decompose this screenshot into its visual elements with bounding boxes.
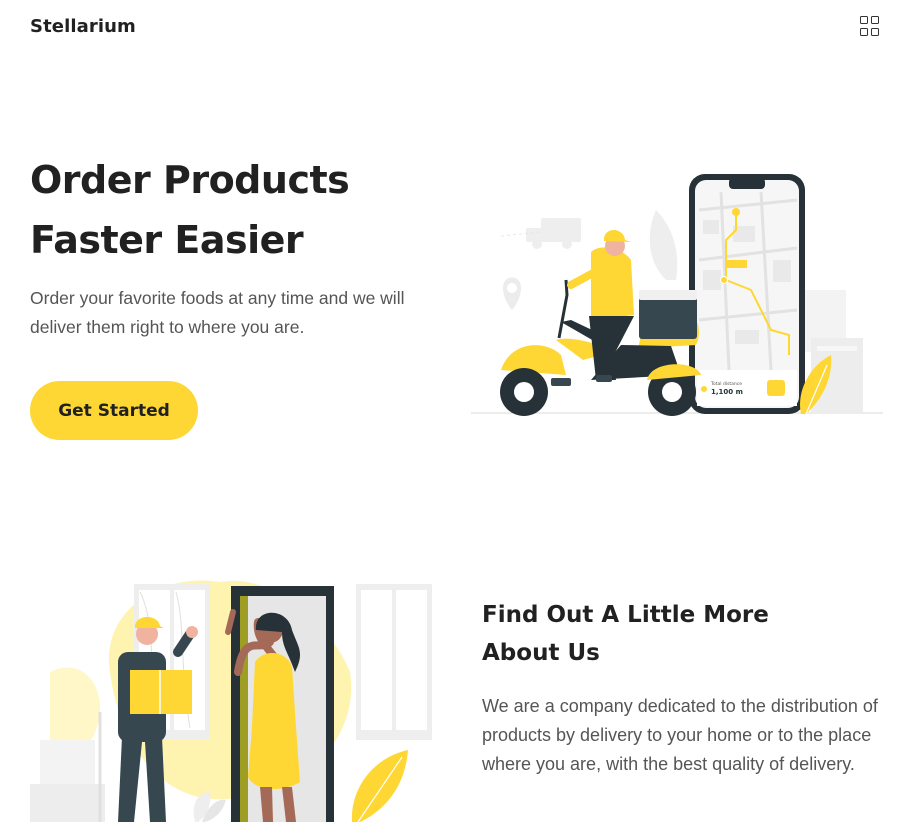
about-title: Find Out A Little More About Us [482, 596, 882, 672]
location-pin-icon [503, 277, 521, 310]
bg-truck-icon [526, 218, 581, 249]
bg-box [30, 784, 105, 822]
about-title-line1: Find Out A Little More [482, 602, 769, 628]
phone-distance-value: 1,100 m [711, 388, 743, 396]
doorstep-delivery-illustration [30, 580, 432, 822]
about-text: We are a company dedicated to the distri… [482, 696, 878, 774]
package-box [130, 670, 192, 714]
about-title-line2: About Us [482, 640, 600, 666]
map-label [725, 260, 747, 268]
logo[interactable]: Stellarium [30, 16, 136, 37]
phone-illustration: Total distance 1,100 m [689, 174, 805, 414]
phone-truck-icon [767, 380, 785, 396]
plant-right [351, 750, 408, 822]
bg-box [40, 740, 95, 784]
grid-menu-icon[interactable] [860, 16, 880, 36]
delivery-scooter-illustration: Total distance 1,100 m [471, 174, 883, 416]
hero-subtitle: Order your favorite foods at any time an… [30, 288, 405, 337]
grid-cell [860, 27, 868, 36]
grid-cell [871, 16, 879, 24]
get-started-button[interactable]: Get Started [30, 381, 198, 440]
delivery-box [639, 297, 697, 339]
bg-box-stripe [817, 346, 857, 351]
grid-cell [871, 27, 879, 36]
bg-leaf [649, 210, 678, 280]
hero-title-line1: Order Products [30, 158, 350, 202]
hero-title: Order Products Faster Easier [30, 150, 450, 270]
window-right [356, 584, 432, 740]
hero-title-line2: Faster Easier [30, 218, 304, 262]
phone-distance-label: Total distance [710, 381, 742, 387]
grid-cell [860, 16, 868, 24]
